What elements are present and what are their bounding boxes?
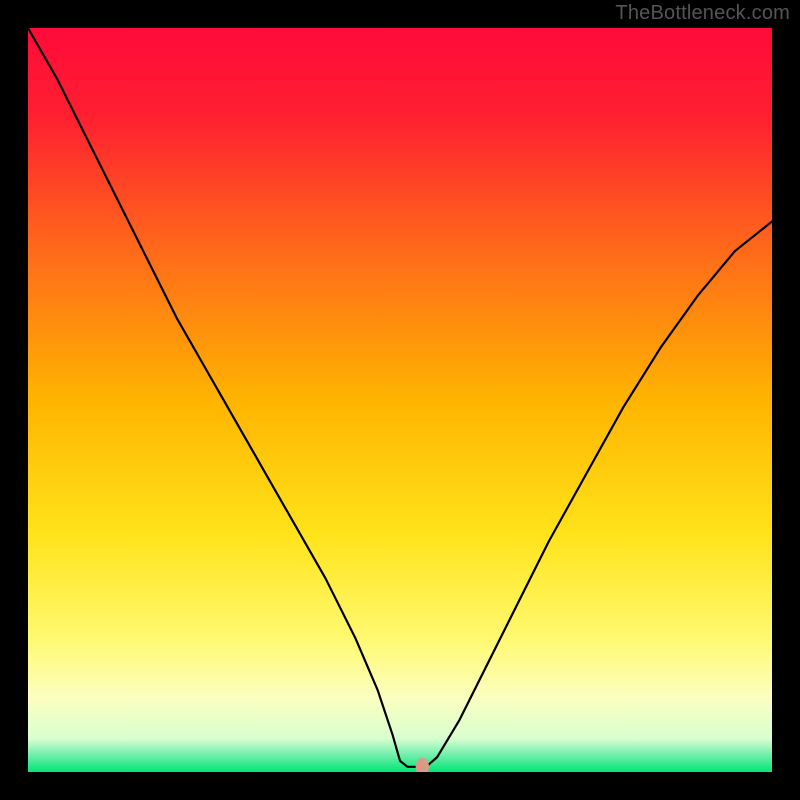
chart-background [28,28,772,772]
watermark-text: TheBottleneck.com [615,2,790,25]
bottleneck-chart [28,28,772,772]
chart-plot-area [28,28,772,772]
